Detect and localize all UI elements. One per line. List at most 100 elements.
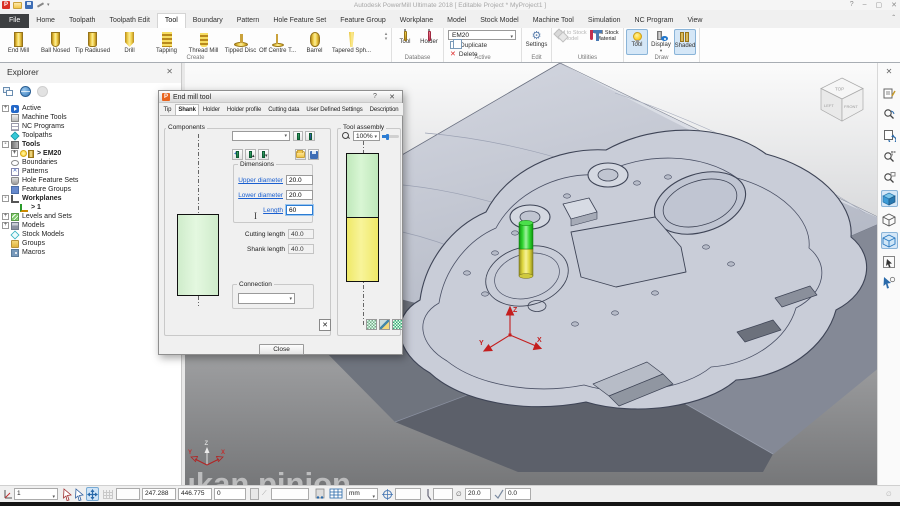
- tab-model[interactable]: Model: [440, 14, 473, 28]
- lower-diameter-input[interactable]: [286, 190, 313, 200]
- tab-home[interactable]: Home: [29, 14, 62, 28]
- thickness-field[interactable]: [433, 488, 453, 500]
- zoom-window-icon[interactable]: [881, 169, 898, 186]
- tab-view[interactable]: View: [680, 14, 709, 28]
- tab-file[interactable]: File: [0, 14, 30, 28]
- display-dropdown-button[interactable]: Display ▾: [650, 29, 672, 55]
- tree-item-tools[interactable]: - Tools: [0, 140, 181, 149]
- position-tool-button[interactable]: [86, 487, 99, 501]
- tab-stock-model[interactable]: Stock Model: [473, 14, 526, 28]
- dialog-help-button[interactable]: ?: [370, 93, 380, 100]
- tab-machine-tool[interactable]: Machine Tool: [526, 14, 581, 28]
- tree-item-nc-programs[interactable]: NC Programs: [0, 122, 181, 131]
- tool-stock-material-button[interactable]: Tool Stock Material: [589, 30, 623, 42]
- dialog-close-action-button[interactable]: Close: [259, 344, 304, 355]
- tab-pattern[interactable]: Pattern: [230, 14, 267, 28]
- view-toolbar-close-icon[interactable]: ✕: [878, 67, 900, 76]
- box-select-icon[interactable]: [881, 253, 898, 270]
- refresh-view-icon[interactable]: [881, 127, 898, 144]
- dialog-tab-tip[interactable]: Tip: [160, 104, 175, 115]
- wireframe-view-icon[interactable]: [881, 211, 898, 228]
- expand-icon[interactable]: +: [11, 150, 18, 157]
- dialog-tab-shank[interactable]: Shank: [174, 104, 200, 115]
- shank-component-preview[interactable]: [177, 214, 219, 296]
- shaded-view-icon[interactable]: [880, 190, 898, 207]
- collapse-icon[interactable]: -: [2, 141, 9, 148]
- settings-button[interactable]: ⚙ Settings: [522, 29, 551, 48]
- deselect-icon[interactable]: ✕: [319, 319, 331, 331]
- expand-icon[interactable]: +: [2, 213, 9, 220]
- zoom-previous-icon[interactable]: [881, 106, 898, 123]
- tab-boundary[interactable]: Boundary: [186, 14, 230, 28]
- tab-feature-group[interactable]: Feature Group: [333, 14, 393, 28]
- web-browser-icon[interactable]: [19, 85, 32, 98]
- tool-export-icon[interactable]: [379, 319, 390, 330]
- tab-toolpath-edit[interactable]: Toolpath Edit: [102, 14, 156, 28]
- assembly-zoom-dropdown[interactable]: 100% ▾: [353, 131, 380, 141]
- units-dropdown[interactable]: mm ▾: [346, 488, 378, 500]
- assembly-zoom-slider[interactable]: [382, 133, 399, 140]
- holder-database-button[interactable]: Holder: [419, 29, 439, 45]
- tool-assembly-preview[interactable]: [346, 153, 379, 282]
- tool-library-icon[interactable]: [392, 319, 403, 330]
- tab-simulation[interactable]: Simulation: [581, 14, 628, 28]
- length-input[interactable]: [285, 204, 314, 216]
- shaded-toggle[interactable]: Shaded: [674, 29, 696, 55]
- table-status-icon[interactable]: [329, 488, 343, 500]
- active-workplane-dropdown[interactable]: 1 ▾: [14, 488, 58, 500]
- component-list-icon[interactable]: [305, 131, 315, 141]
- tree-item-patterns[interactable]: Patterns: [0, 167, 181, 176]
- insert-component-below-icon[interactable]: ▾: [258, 149, 269, 160]
- target-icon[interactable]: [382, 489, 393, 500]
- collapse-icon[interactable]: -: [2, 195, 9, 202]
- collapse-ribbon-icon[interactable]: ˆ: [892, 14, 895, 23]
- maximize-button[interactable]: ▢: [876, 1, 883, 9]
- tab-toolpath[interactable]: Toolpath: [62, 14, 102, 28]
- tree-item-groups[interactable]: Groups: [0, 239, 181, 248]
- lightbulb-icon[interactable]: [20, 150, 27, 157]
- duplicate-button[interactable]: Duplicate: [450, 39, 487, 49]
- cursor-position-icon[interactable]: [62, 488, 73, 501]
- tolerance-field[interactable]: [395, 488, 421, 500]
- tree-item-machine-tools[interactable]: Machine Tools: [0, 113, 181, 122]
- cascade-windows-icon[interactable]: [2, 85, 15, 98]
- tree-item-macros[interactable]: Macros: [0, 248, 181, 257]
- zoom-selection-icon[interactable]: [881, 148, 898, 165]
- tool-diameter-field[interactable]: 20.0: [465, 488, 491, 500]
- cursor-x-field[interactable]: 247.288: [142, 488, 176, 500]
- upper-diameter-link[interactable]: Upper diameter: [235, 177, 283, 184]
- tab-tool[interactable]: Tool: [156, 13, 186, 28]
- tree-item-levels-and-sets[interactable]: + Levels and Sets: [0, 212, 181, 221]
- block-status-icon[interactable]: [315, 488, 326, 500]
- rotate-view-icon[interactable]: [881, 274, 898, 291]
- tree-item-feature-groups[interactable]: Feature Groups: [0, 185, 181, 194]
- dialog-close-button[interactable]: ✕: [386, 93, 398, 101]
- tab-nc-program[interactable]: NC Program: [628, 14, 681, 28]
- expand-icon[interactable]: +: [2, 105, 9, 112]
- dialog-title-bar[interactable]: P End mill tool ? ✕: [159, 91, 402, 103]
- save-component-icon[interactable]: [308, 149, 319, 160]
- connection-dropdown[interactable]: ▾: [238, 293, 295, 304]
- cutting-tool[interactable]: [518, 220, 534, 279]
- minimize-button[interactable]: –: [863, 1, 867, 9]
- cursor-snap-icon[interactable]: [74, 488, 85, 501]
- close-button[interactable]: ✕: [891, 1, 897, 9]
- component-type-dropdown[interactable]: ▾: [232, 131, 290, 141]
- tree-item-stock-models[interactable]: Stock Models: [0, 229, 181, 240]
- dialog-tab-cutting-data[interactable]: Cutting data: [265, 104, 303, 115]
- open-component-icon[interactable]: [295, 149, 306, 160]
- tree-item-toolpaths[interactable]: Toolpaths: [0, 130, 181, 141]
- tab-hole-feature-set[interactable]: Hole Feature Set: [266, 14, 333, 28]
- delete-button[interactable]: ✕ Delete: [450, 50, 478, 59]
- edit-component-icon[interactable]: [293, 131, 303, 141]
- tool-database-button[interactable]: Tool: [395, 29, 415, 45]
- shaded-wireframe-view-icon[interactable]: [880, 232, 898, 249]
- tree-item-active[interactable]: + Active: [0, 104, 181, 113]
- status-toggle-box[interactable]: [250, 488, 259, 500]
- view-sheet-icon[interactable]: [881, 85, 898, 102]
- cursor-y-field[interactable]: 446.775: [178, 488, 212, 500]
- help-button[interactable]: ?: [850, 1, 854, 9]
- explorer-close-icon[interactable]: ✕: [166, 67, 173, 76]
- dialog-tab-holder-profile[interactable]: Holder profile: [223, 104, 264, 115]
- tree-item--1[interactable]: > 1: [0, 203, 181, 212]
